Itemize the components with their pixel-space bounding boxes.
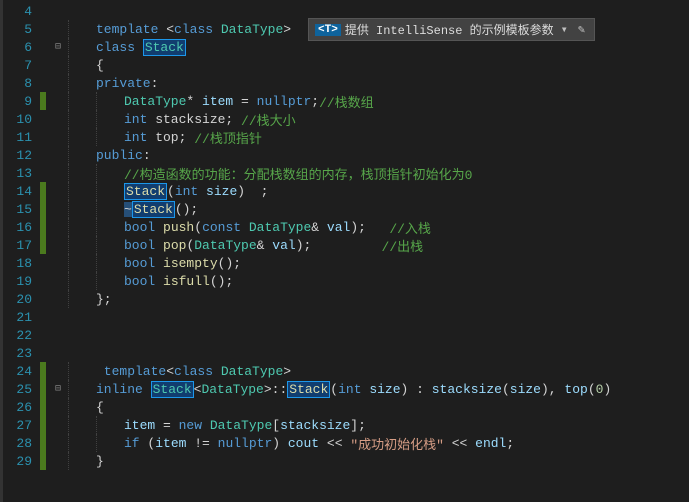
highlighted-symbol: Stack [143, 39, 186, 56]
change-marker [40, 362, 46, 380]
code-line[interactable]: //构造函数的功能：分配栈数组的内存，栈顶指针初始化为0 [68, 164, 689, 182]
code-line[interactable]: ~Stack(); [68, 200, 689, 218]
line-number: 15 [0, 202, 40, 217]
gutter: 4 5 6⊟ 7 8 9 10 11 12 13 14 15 16 17 18 … [0, 0, 68, 502]
tooltip-dropdown[interactable]: ▾ [558, 22, 571, 37]
code-line[interactable]: private: [68, 74, 689, 92]
code-line[interactable]: int stacksize; //栈大小 [68, 110, 689, 128]
line-number: 5 [0, 22, 40, 37]
line-number: 24 [0, 364, 40, 379]
highlighted-symbol: Stack [287, 381, 330, 398]
highlighted-symbol: Stack [151, 381, 194, 398]
change-marker [40, 434, 46, 452]
code-line[interactable]: }; [68, 290, 689, 308]
change-marker [40, 200, 46, 218]
code-line[interactable]: } [68, 452, 689, 470]
code-line[interactable]: inline Stack<DataType>::Stack(int size) … [68, 380, 689, 398]
code-line[interactable]: bool pop(DataType& val); //出栈 [68, 236, 689, 254]
line-number: 4 [0, 4, 40, 19]
code-area[interactable]: template <class DataType> class Stack { … [68, 0, 689, 502]
code-line[interactable]: bool push(const DataType& val); //入栈 [68, 218, 689, 236]
change-marker [40, 236, 46, 254]
code-line[interactable]: bool isempty(); [68, 254, 689, 272]
line-number: 26 [0, 400, 40, 415]
code-line[interactable]: if (item != nullptr) cout << "成功初始化栈" <<… [68, 434, 689, 452]
change-marker [40, 92, 46, 110]
line-number: 18 [0, 256, 40, 271]
line-number: 16 [0, 220, 40, 235]
line-number: 25 [0, 382, 40, 397]
code-line[interactable]: { [68, 56, 689, 74]
line-number: 27 [0, 418, 40, 433]
line-number: 10 [0, 112, 40, 127]
line-number: 29 [0, 454, 40, 469]
code-editor[interactable]: 4 5 6⊟ 7 8 9 10 11 12 13 14 15 16 17 18 … [0, 0, 689, 502]
line-number: 21 [0, 310, 40, 325]
change-marker [40, 380, 46, 398]
change-marker [40, 416, 46, 434]
line-number: 20 [0, 292, 40, 307]
code-line[interactable]: template<class DataType> [68, 362, 689, 380]
template-badge: <T> [315, 24, 341, 36]
line-number: 17 [0, 238, 40, 253]
code-line[interactable] [68, 326, 689, 344]
line-number: 9 [0, 94, 40, 109]
change-marker [40, 452, 46, 470]
line-number: 12 [0, 148, 40, 163]
code-line[interactable]: item = new DataType[stacksize]; [68, 416, 689, 434]
tooltip-edit-icon[interactable]: ✎ [575, 22, 588, 37]
intellisense-tooltip: <T> 提供 IntelliSense 的示例模板参数 ▾ ✎ [308, 18, 595, 41]
code-line[interactable]: public: [68, 146, 689, 164]
line-number: 28 [0, 436, 40, 451]
line-number: 13 [0, 166, 40, 181]
line-number: 8 [0, 76, 40, 91]
code-line[interactable]: { [68, 398, 689, 416]
code-line[interactable] [68, 308, 689, 326]
line-number: 22 [0, 328, 40, 343]
line-number: 11 [0, 130, 40, 145]
change-marker [40, 398, 46, 416]
highlighted-symbol: Stack [132, 201, 175, 218]
fold-toggle[interactable]: ⊟ [52, 383, 64, 395]
line-number: 7 [0, 58, 40, 73]
tooltip-text: 提供 IntelliSense 的示例模板参数 [345, 21, 554, 38]
line-number: 6 [0, 40, 40, 55]
change-marker [40, 218, 46, 236]
fold-toggle[interactable]: ⊟ [52, 41, 64, 53]
highlighted-symbol: Stack [124, 183, 167, 200]
change-marker [40, 182, 46, 200]
line-number: 19 [0, 274, 40, 289]
line-number: 14 [0, 184, 40, 199]
code-line[interactable]: bool isfull(); [68, 272, 689, 290]
code-line[interactable] [68, 344, 689, 362]
code-line[interactable]: DataType* item = nullptr;//栈数组 [68, 92, 689, 110]
code-line[interactable]: Stack(int size) ; [68, 182, 689, 200]
code-line[interactable]: int top; //栈顶指针 [68, 128, 689, 146]
line-number: 23 [0, 346, 40, 361]
